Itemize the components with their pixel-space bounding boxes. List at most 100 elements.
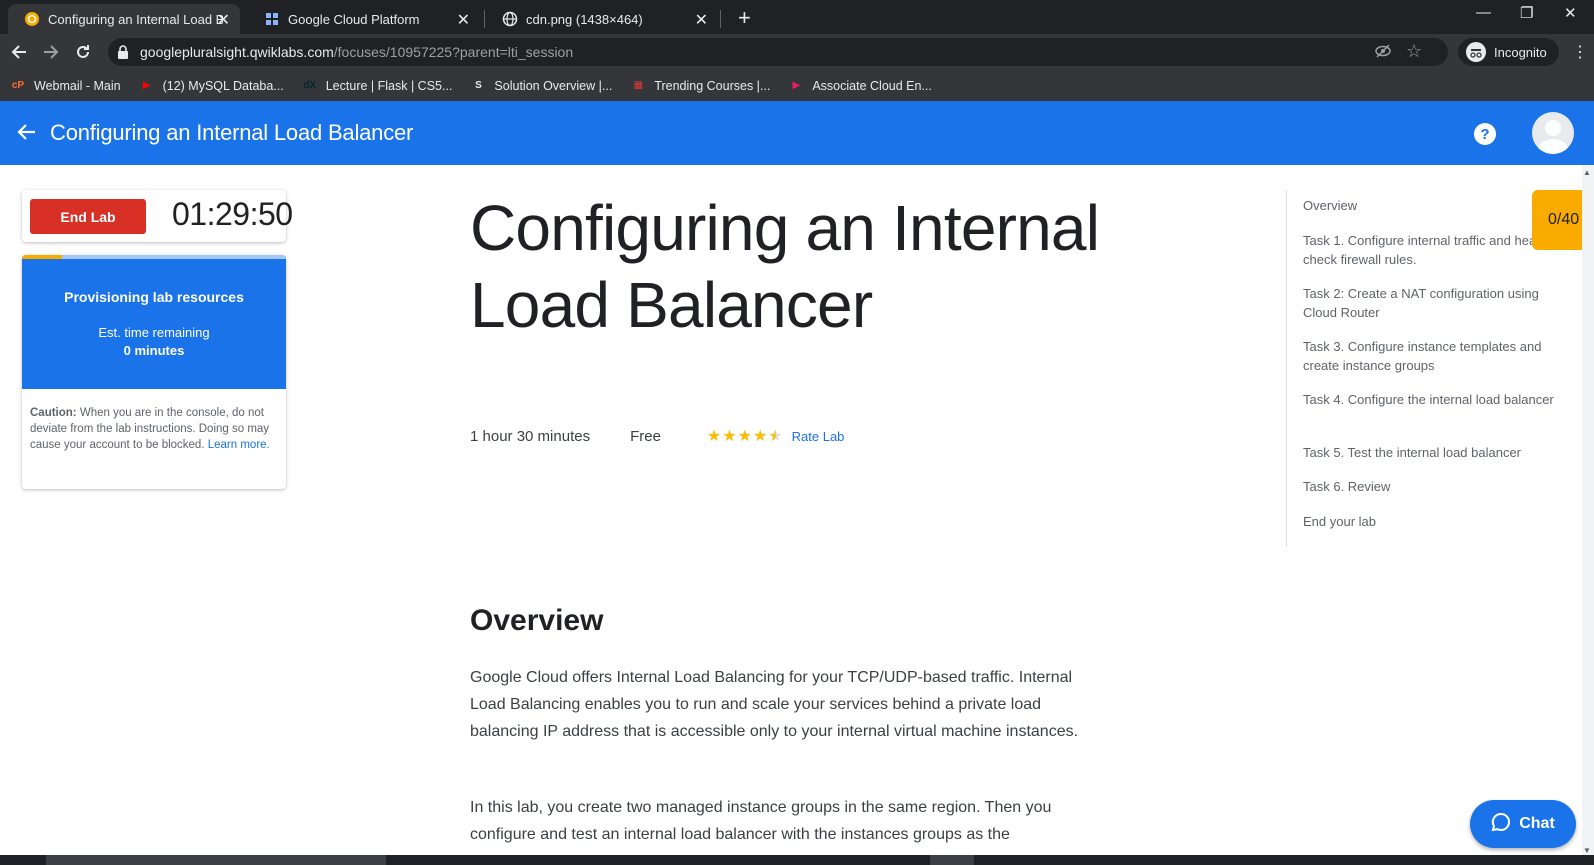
back-arrow-icon[interactable] <box>8 41 30 63</box>
tab-divider <box>484 10 485 28</box>
play-icon: ▶ <box>792 80 801 91</box>
browser-toolbar: googlepluralsight.qwiklabs.com/focuses/1… <box>0 34 1594 70</box>
toc-item[interactable]: Task 3. Configure instance templates and… <box>1303 337 1559 375</box>
toc-item[interactable]: End your lab <box>1303 512 1559 531</box>
star-bookmark-icon[interactable]: ☆ <box>1406 41 1422 62</box>
bookmark-item[interactable]: dX Lecture | Flask | CS5... <box>302 78 453 94</box>
page-title: Configuring an Internal Load Balancer <box>50 120 414 145</box>
url-text: googlepluralsight.qwiklabs.com/focuses/1… <box>140 44 574 60</box>
close-tab-icon[interactable]: ✕ <box>695 10 708 30</box>
globe-icon <box>502 11 518 27</box>
address-bar[interactable]: googlepluralsight.qwiklabs.com/focuses/1… <box>108 38 1448 66</box>
browser-tab-bar: Configuring an Internal Load Bala ✕ Goog… <box>0 0 1594 34</box>
bookmark-item[interactable]: ▶ (12) MySQL Databa... <box>139 78 284 94</box>
gift-icon: ▦ <box>633 80 644 91</box>
bookmark-label: Associate Cloud En... <box>812 78 932 93</box>
overview-paragraph: In this lab, you create two managed inst… <box>470 799 1052 843</box>
tab-lab[interactable]: Configuring an Internal Load Bala ✕ <box>8 4 240 34</box>
est-time-value: 0 minutes <box>123 343 185 358</box>
incognito-indicator[interactable]: Incognito <box>1458 38 1559 66</box>
provisioning-progress-track <box>22 255 286 259</box>
toc-item[interactable]: Overview <box>1303 196 1559 215</box>
rate-lab-link[interactable]: Rate Lab <box>792 429 845 444</box>
star-icon: ★ <box>752 428 768 445</box>
table-of-contents: Overview Task 1. Configure internal traff… <box>1286 190 1566 547</box>
bookmark-item[interactable]: ▶ Associate Cloud En... <box>788 78 932 94</box>
eye-slash-icon[interactable] <box>1374 43 1392 63</box>
tab-divider <box>720 10 721 28</box>
lock-icon[interactable] <box>116 44 130 65</box>
scroll-down-icon[interactable]: ▼ <box>1583 846 1591 855</box>
star-icon: ★ <box>768 428 783 445</box>
back-arrow-icon[interactable] <box>16 121 38 148</box>
provisioning-title: Provisioning lab resources <box>64 289 244 305</box>
bookmark-label: Solution Overview |... <box>494 78 613 93</box>
bookmark-item[interactable]: cP Webmail - Main <box>10 78 121 94</box>
lab-timer: 01:29:50 <box>172 196 293 232</box>
youtube-icon: ▶ <box>142 80 151 91</box>
edx-icon: dX <box>303 80 317 91</box>
strip-segment <box>930 855 974 865</box>
avatar[interactable] <box>1532 112 1574 154</box>
lab-duration: 1 hour 30 minutes <box>470 427 591 445</box>
end-lab-button[interactable]: End Lab <box>30 199 146 234</box>
learn-more-link[interactable]: Learn more. <box>208 439 270 451</box>
chat-button[interactable]: Chat <box>1470 800 1576 848</box>
lab-timer-card: End Lab 01:29:50 <box>22 190 293 242</box>
bookmarks-bar: cP Webmail - Main ▶ (12) MySQL Databa... dX L… <box>0 70 1594 101</box>
bottom-strip <box>0 855 1594 865</box>
caution-note: Caution: When you are in the console, do… <box>30 407 270 451</box>
star-icon: ★ <box>706 428 722 445</box>
scroll-up-icon[interactable]: ▲ <box>1583 168 1591 177</box>
strip-segment <box>46 855 386 865</box>
chat-bubble-icon <box>1491 812 1511 837</box>
s-icon: S <box>475 80 482 91</box>
close-tab-icon[interactable]: ✕ <box>217 10 230 30</box>
provisioning-card: Provisioning lab resources Est. time rem… <box>22 255 286 489</box>
tab-title: Configuring an Internal Load Bala <box>48 11 223 27</box>
est-time-label: Est. time remaining <box>98 325 210 340</box>
page-scrollbar[interactable] <box>1582 165 1594 855</box>
restore-icon[interactable]: ❐ <box>1520 4 1533 22</box>
incognito-icon <box>1466 42 1486 62</box>
close-tab-icon[interactable]: ✕ <box>457 10 470 30</box>
window-close-icon[interactable]: ✕ <box>1564 4 1577 22</box>
minimize-icon[interactable]: — <box>1476 4 1491 21</box>
forward-arrow-icon[interactable] <box>40 41 62 63</box>
provisioning-progress-fill <box>22 255 62 259</box>
incognito-label: Incognito <box>1494 44 1547 60</box>
star-icon: ★ <box>737 428 752 445</box>
bookmark-label: Trending Courses |... <box>654 78 771 93</box>
provisioning-status: Provisioning lab resources Est. time rem… <box>22 255 286 389</box>
browser-menu-icon[interactable]: ⋮ <box>1572 42 1588 62</box>
cpanel-icon: cP <box>11 80 25 91</box>
overview-paragraph: Google Cloud offers Internal Load Balanc… <box>470 669 1079 740</box>
overview-heading: Overview <box>470 604 604 637</box>
toc-item[interactable]: Task 4. Configure the internal load bala… <box>1303 390 1559 409</box>
tab-gcp[interactable]: Google Cloud Platform ✕ <box>248 4 480 34</box>
lab-title: Configuring an Internal Load Balancer <box>470 192 1100 341</box>
lab-price: Free <box>630 427 661 445</box>
toc-item[interactable]: Task 6. Review <box>1303 477 1559 496</box>
bookmark-label: Lecture | Flask | CS5... <box>325 78 453 93</box>
toc-item[interactable]: Task 2: Create a NAT configuration using… <box>1303 284 1559 322</box>
tab-title: Google Cloud Platform <box>288 11 420 27</box>
gcp-favicon-icon <box>264 11 280 27</box>
toc-item[interactable]: Task 1. Configure internal traffic and h… <box>1303 231 1559 269</box>
bookmark-label: Webmail - Main <box>34 78 121 93</box>
tab-title: cdn.png (1438×464) <box>526 11 643 27</box>
reload-icon[interactable] <box>72 41 94 63</box>
chat-label: Chat <box>1519 815 1555 832</box>
lab-meta: 1 hour 30 minutes Free ★ ★ ★ ★ ★ Rate Lab <box>470 426 844 446</box>
rating-stars: ★ ★ ★ ★ ★ <box>707 426 784 446</box>
bookmark-label: (12) MySQL Databa... <box>162 78 284 93</box>
toc-item[interactable]: Task 5. Test the internal load balancer <box>1303 443 1559 462</box>
help-icon[interactable]: ? <box>1474 123 1496 145</box>
tab-cdn[interactable]: cdn.png (1438×464) ✕ <box>486 4 718 34</box>
qwiklabs-favicon-icon <box>24 11 40 27</box>
bookmark-item[interactable]: ▦ Trending Courses |... <box>630 78 771 94</box>
new-tab-icon[interactable]: + <box>738 5 751 31</box>
app-header: Configuring an Internal Load Balancer ? <box>0 101 1594 165</box>
bookmark-item[interactable]: S Solution Overview |... <box>470 78 612 94</box>
star-icon: ★ <box>722 428 737 445</box>
